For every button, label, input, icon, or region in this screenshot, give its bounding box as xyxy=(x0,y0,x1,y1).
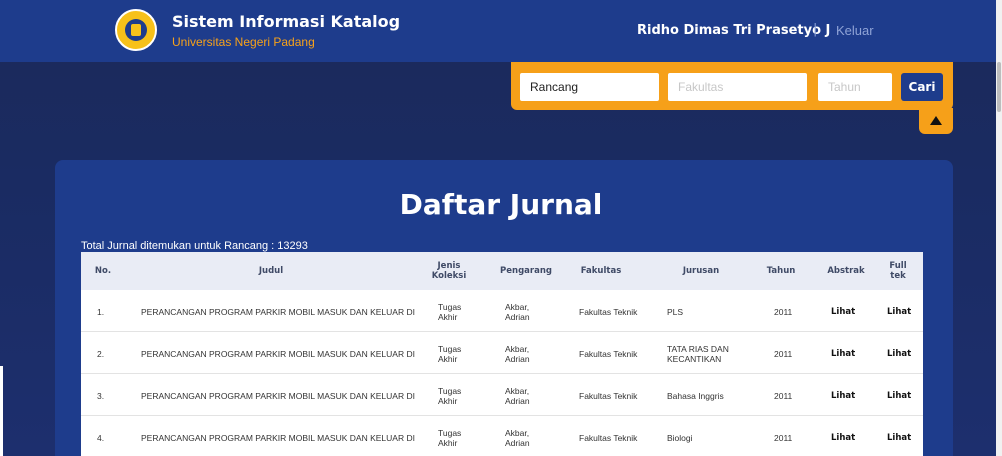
row-jurusan: Bahasa Inggris xyxy=(667,391,724,401)
col-no: No. xyxy=(94,266,112,276)
row-jurusan: PLS xyxy=(667,307,684,317)
fulltext-link[interactable]: Lihat xyxy=(887,349,911,359)
row-jurusan: Biologi xyxy=(667,433,693,443)
search-button[interactable]: Cari xyxy=(901,73,943,101)
year-input[interactable] xyxy=(818,73,892,101)
scrollbar-thumb[interactable] xyxy=(997,62,1001,112)
row-judul: PERANCANGAN PROGRAM PARKIR MOBIL MASUK D… xyxy=(141,433,415,443)
app-title: Sistem Informasi Katalog xyxy=(172,12,401,31)
table-row: 3. PERANCANGAN PROGRAM PARKIR MOBIL MASU… xyxy=(81,374,923,416)
table-row: 2. PERANCANGAN PROGRAM PARKIR MOBIL MASU… xyxy=(81,332,923,374)
page-title: Daftar Jurnal xyxy=(399,188,603,221)
abstract-link[interactable]: Lihat xyxy=(831,307,855,317)
col-jenis-koleksi: Jenis Koleksi xyxy=(431,261,467,281)
row-jurusan: TATA RIAS DAN KECANTIKAN xyxy=(667,344,729,364)
row-jenis: Tugas Akhir xyxy=(438,302,462,322)
row-fakultas: Fakultas Teknik xyxy=(579,391,638,401)
row-jenis: Tugas Akhir xyxy=(438,344,462,364)
app-subtitle: Universitas Negeri Padang xyxy=(172,35,315,49)
result-count: Total Jurnal ditemukan untuk Rancang : 1… xyxy=(81,240,308,252)
col-jurusan: Jurusan xyxy=(682,266,720,276)
col-tahun: Tahun xyxy=(766,266,796,276)
abstract-link[interactable]: Lihat xyxy=(831,391,855,401)
logout-link[interactable]: Keluar xyxy=(836,23,874,38)
row-tahun: 2011 xyxy=(774,349,793,359)
abstract-link[interactable]: Lihat xyxy=(831,349,855,359)
fulltext-link[interactable]: Lihat xyxy=(887,391,911,401)
fulltext-link[interactable]: Lihat xyxy=(887,433,911,443)
row-tahun: 2011 xyxy=(774,391,793,401)
col-pengarang: Pengarang xyxy=(500,266,552,276)
row-no: 2. xyxy=(97,349,105,359)
nav-separator: | xyxy=(813,22,818,37)
col-fakultas: Fakultas xyxy=(580,266,622,276)
col-full-tek: Full tek xyxy=(889,261,907,281)
row-judul: PERANCANGAN PROGRAM PARKIR MOBIL MASUK D… xyxy=(141,391,415,401)
faculty-input[interactable] xyxy=(668,73,807,101)
left-edge-strip xyxy=(0,366,3,456)
row-pengarang: Akbar, Adrian xyxy=(505,428,530,448)
collapse-triangle-icon xyxy=(930,116,942,125)
row-pengarang: Akbar, Adrian xyxy=(505,386,530,406)
col-judul: Judul xyxy=(258,266,284,276)
table-body: 1. PERANCANGAN PROGRAM PARKIR MOBIL MASU… xyxy=(81,290,923,456)
row-tahun: 2011 xyxy=(774,433,793,443)
unp-logo-icon xyxy=(115,9,157,51)
row-fakultas: Fakultas Teknik xyxy=(579,349,638,359)
col-abstrak: Abstrak xyxy=(827,266,865,276)
row-jenis: Tugas Akhir xyxy=(438,386,462,406)
abstract-link[interactable]: Lihat xyxy=(831,433,855,443)
row-jenis: Tugas Akhir xyxy=(438,428,462,448)
row-judul: PERANCANGAN PROGRAM PARKIR MOBIL MASUK D… xyxy=(141,349,415,359)
row-fakultas: Fakultas Teknik xyxy=(579,433,638,443)
row-no: 3. xyxy=(97,391,105,401)
table-row: 4. PERANCANGAN PROGRAM PARKIR MOBIL MASU… xyxy=(81,416,923,456)
fulltext-link[interactable]: Lihat xyxy=(887,307,911,317)
row-no: 4. xyxy=(97,433,105,443)
row-pengarang: Akbar, Adrian xyxy=(505,302,530,322)
search-query-input[interactable] xyxy=(520,73,659,101)
table-row: 1. PERANCANGAN PROGRAM PARKIR MOBIL MASU… xyxy=(81,290,923,332)
row-tahun: 2011 xyxy=(774,307,793,317)
user-name[interactable]: Ridho Dimas Tri Prasetyo J xyxy=(637,23,830,38)
table-header: No. Judul Jenis Koleksi Pengarang Fakult… xyxy=(81,252,923,290)
row-pengarang: Akbar, Adrian xyxy=(505,344,530,364)
row-fakultas: Fakultas Teknik xyxy=(579,307,638,317)
row-judul: PERANCANGAN PROGRAM PARKIR MOBIL MASUK D… xyxy=(141,307,415,317)
row-no: 1. xyxy=(97,307,105,317)
